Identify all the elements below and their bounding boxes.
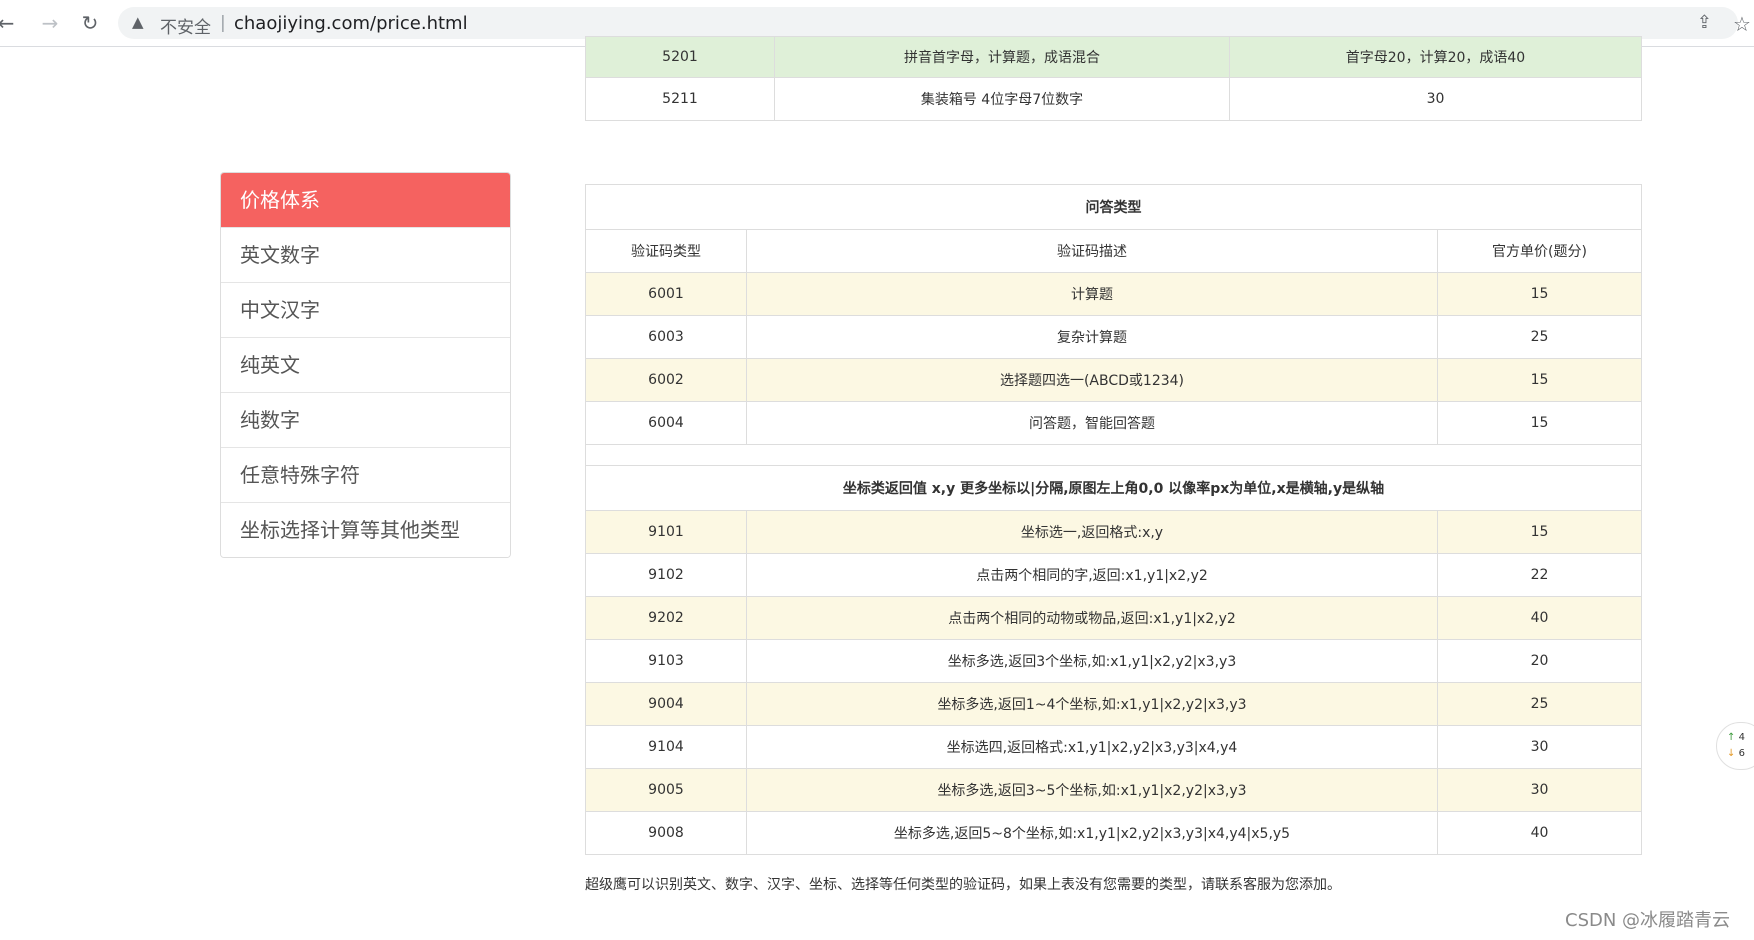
url-text[interactable]: chaojiying.com/price.html <box>234 13 468 34</box>
table-row: 6001 计算题 15 <box>585 272 1642 316</box>
table-row: 9008 坐标多选,返回5~8个坐标,如:x1,y1|x2,y2|x3,y3|x… <box>585 811 1642 855</box>
price-cell: 30 <box>1437 725 1642 769</box>
table-row: 5211 集装箱号 4位字母7位数字 30 <box>585 77 1642 121</box>
price-cell: 30 <box>1229 77 1642 121</box>
price-cell: 25 <box>1437 682 1642 726</box>
table-row: 9005 坐标多选,返回3~5个坐标,如:x1,y1|x2,y2|x3,y3 3… <box>585 768 1642 812</box>
type-cell: 9202 <box>585 596 747 640</box>
down-arrow-icon: ↓ <box>1727 748 1736 759</box>
share-icon[interactable]: ⇪ <box>1697 12 1712 33</box>
floating-vote-widget[interactable]: ↑ 4 ↓ 6 <box>1716 722 1754 770</box>
desc-cell: 坐标选四,返回格式:x1,y1|x2,y2|x3,y3|x4,y4 <box>746 725 1438 769</box>
footer-note: 超级鹰可以识别英文、数字、汉字、坐标、选择等任何类型的验证码，如果上表没有您需要… <box>585 877 1341 893</box>
price-cell: 40 <box>1437 596 1642 640</box>
separator: | <box>220 13 226 33</box>
price-sidebar: 价格体系 英文数字 中文汉字 纯英文 纯数字 任意特殊字符 坐标选择计算等其他类… <box>220 172 511 558</box>
table-title-row: 问答类型 <box>585 184 1642 230</box>
desc-cell: 坐标选一,返回格式:x,y <box>746 510 1438 554</box>
price-cell: 15 <box>1437 272 1642 316</box>
desc-cell: 坐标多选,返回3个坐标,如:x1,y1|x2,y2|x3,y3 <box>746 639 1438 683</box>
table-row: 9202 点击两个相同的动物或物品,返回:x1,y1|x2,y2 40 <box>585 596 1642 640</box>
forward-arrow-icon[interactable]: → <box>38 11 62 35</box>
type-cell: 6003 <box>585 315 747 359</box>
table-header-row: 验证码类型 验证码描述 官方单价(题分) <box>585 229 1642 273</box>
sidebar-item-english-digits[interactable]: 英文数字 <box>221 227 510 282</box>
desc-cell: 坐标多选,返回5~8个坐标,如:x1,y1|x2,y2|x3,y3|x4,y4|… <box>746 811 1438 855</box>
table-title: 问答类型 <box>585 184 1642 230</box>
price-cell: 15 <box>1437 401 1642 445</box>
type-cell: 9004 <box>585 682 747 726</box>
table-row: 6003 复杂计算题 25 <box>585 315 1642 359</box>
bookmark-star-icon[interactable]: ☆ <box>1733 12 1751 36</box>
price-cell: 25 <box>1437 315 1642 359</box>
type-cell: 5201 <box>585 36 775 78</box>
desc-cell: 点击两个相同的动物或物品,返回:x1,y1|x2,y2 <box>746 596 1438 640</box>
table-row: 6004 问答题，智能回答题 15 <box>585 401 1642 445</box>
desc-cell: 复杂计算题 <box>746 315 1438 359</box>
csdn-watermark: CSDN @冰履踏青云 <box>1565 910 1731 931</box>
type-cell: 5211 <box>585 77 775 121</box>
coord-title: 坐标类返回值 x,y 更多坐标以|分隔,原图左上角0,0 以像率px为单位,x是… <box>585 465 1642 511</box>
table-row: 9102 点击两个相同的字,返回:x1,y1|x2,y2 22 <box>585 553 1642 597</box>
down-count: 6 <box>1738 748 1745 759</box>
type-cell: 9005 <box>585 768 747 812</box>
desc-cell: 计算题 <box>746 272 1438 316</box>
insecure-label[interactable]: 不安全 <box>160 13 211 38</box>
table-row: 9004 坐标多选,返回1~4个坐标,如:x1,y1|x2,y2|x3,y3 2… <box>585 682 1642 726</box>
type-cell: 9102 <box>585 553 747 597</box>
header-type: 验证码类型 <box>585 229 747 273</box>
coord-title-row: 坐标类返回值 x,y 更多坐标以|分隔,原图左上角0,0 以像率px为单位,x是… <box>585 465 1642 511</box>
table-row: 6002 选择题四选一(ABCD或1234) 15 <box>585 358 1642 402</box>
price-cell: 15 <box>1437 358 1642 402</box>
type-cell: 6004 <box>585 401 747 445</box>
type-cell: 6002 <box>585 358 747 402</box>
type-cell: 9103 <box>585 639 747 683</box>
sidebar-item-pure-digits[interactable]: 纯数字 <box>221 392 510 447</box>
desc-cell: 点击两个相同的字,返回:x1,y1|x2,y2 <box>746 553 1438 597</box>
address-bar[interactable]: ▲ 不安全 | chaojiying.com/price.html ⇪ <box>118 7 1738 39</box>
header-price: 官方单价(题分) <box>1437 229 1642 273</box>
price-cell: 15 <box>1437 510 1642 554</box>
desc-cell: 拼音首字母，计算题，成语混合 <box>774 36 1230 78</box>
table-row: 5201 拼音首字母，计算题，成语混合 首字母20，计算20，成语40 <box>585 36 1642 78</box>
table-row: 9101 坐标选一,返回格式:x,y 15 <box>585 510 1642 554</box>
warning-icon[interactable]: ▲ <box>132 13 144 31</box>
reload-icon[interactable]: ↻ <box>78 11 102 35</box>
up-count: 4 <box>1738 732 1745 743</box>
sidebar-item-pure-english[interactable]: 纯英文 <box>221 337 510 392</box>
sidebar-item-pricing[interactable]: 价格体系 <box>221 173 510 227</box>
back-arrow-icon[interactable]: ← <box>0 11 18 35</box>
price-cell: 20 <box>1437 639 1642 683</box>
spacer-row <box>585 444 1642 466</box>
price-cell: 22 <box>1437 553 1642 597</box>
type-cell: 9008 <box>585 811 747 855</box>
type-cell: 9104 <box>585 725 747 769</box>
sidebar-item-coordinates[interactable]: 坐标选择计算等其他类型 <box>221 502 510 557</box>
table-row: 9103 坐标多选,返回3个坐标,如:x1,y1|x2,y2|x3,y3 20 <box>585 639 1642 683</box>
sidebar-item-special-chars[interactable]: 任意特殊字符 <box>221 447 510 502</box>
spacer-cell <box>585 444 1642 466</box>
desc-cell: 坐标多选,返回1~4个坐标,如:x1,y1|x2,y2|x3,y3 <box>746 682 1438 726</box>
desc-cell: 选择题四选一(ABCD或1234) <box>746 358 1438 402</box>
type-cell: 6001 <box>585 272 747 316</box>
header-desc: 验证码描述 <box>746 229 1438 273</box>
qa-price-table: 问答类型 验证码类型 验证码描述 官方单价(题分) 6001 计算题 15 60… <box>585 184 1642 855</box>
desc-cell: 问答题，智能回答题 <box>746 401 1438 445</box>
desc-cell: 坐标多选,返回3~5个坐标,如:x1,y1|x2,y2|x3,y3 <box>746 768 1438 812</box>
price-cell: 30 <box>1437 768 1642 812</box>
table-row: 9104 坐标选四,返回格式:x1,y1|x2,y2|x3,y3|x4,y4 3… <box>585 725 1642 769</box>
up-arrow-icon: ↑ <box>1727 732 1736 743</box>
desc-cell: 集装箱号 4位字母7位数字 <box>774 77 1230 121</box>
price-cell: 首字母20，计算20，成语40 <box>1229 36 1642 78</box>
type-cell: 9101 <box>585 510 747 554</box>
sidebar-item-chinese[interactable]: 中文汉字 <box>221 282 510 337</box>
price-cell: 40 <box>1437 811 1642 855</box>
top-price-table: 5201 拼音首字母，计算题，成语混合 首字母20，计算20，成语40 5211… <box>585 36 1642 121</box>
